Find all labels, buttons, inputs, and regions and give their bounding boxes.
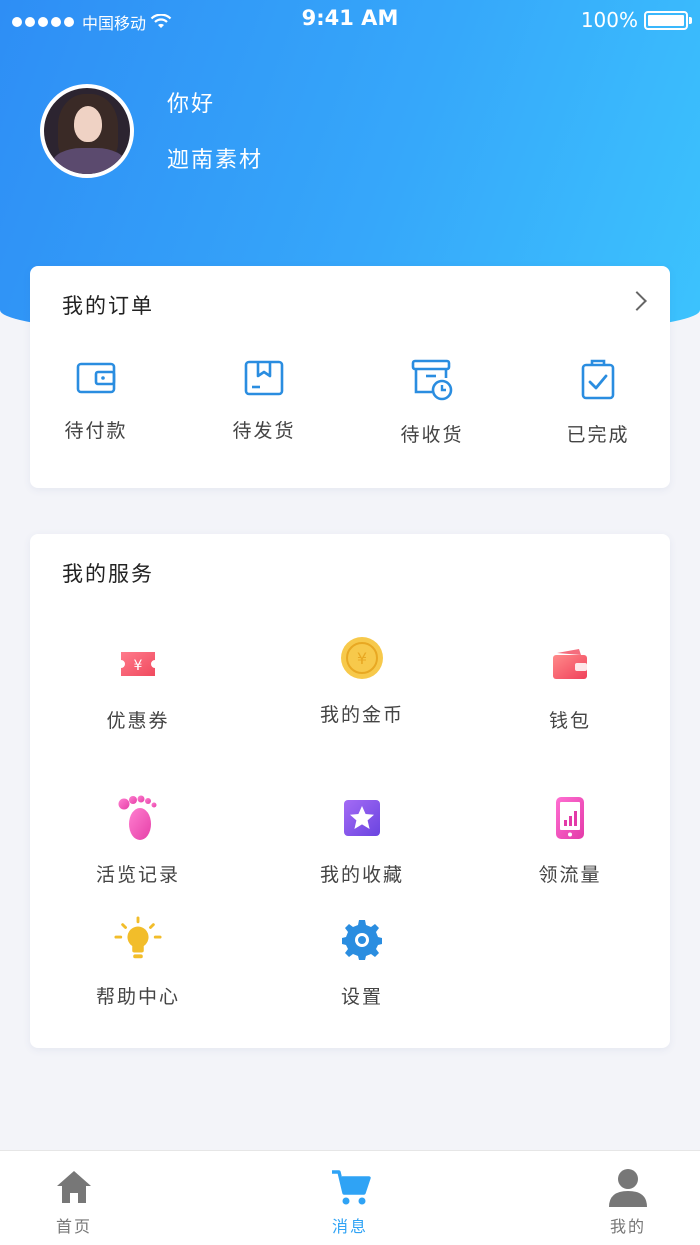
order-pending-payment[interactable]: 待付款 [36, 358, 156, 443]
tab-label: 消息 [331, 1217, 368, 1236]
service-label: 帮助中心 [95, 986, 180, 1008]
coin-icon: ¥ [341, 637, 383, 679]
avatar[interactable] [40, 84, 134, 178]
tab-home[interactable]: 首页 [24, 1167, 124, 1237]
svg-text:¥: ¥ [357, 649, 367, 668]
service-favorites[interactable]: 我的收藏 [282, 794, 442, 887]
service-coins[interactable]: ¥ 我的金币 [282, 637, 442, 727]
order-label: 待付款 [64, 420, 128, 442]
status-bar: 中国移动 9:41 AM 100% [0, 0, 700, 42]
service-label: 我的金币 [319, 704, 404, 726]
box-icon [244, 360, 284, 396]
lightbulb-icon [114, 916, 162, 959]
delivery-icon [411, 359, 453, 401]
service-coupon[interactable]: ¥ 优惠券 [58, 640, 218, 733]
home-icon [57, 1171, 91, 1203]
footprint-icon [118, 795, 157, 840]
greeting-text: 你好 [167, 92, 216, 117]
chevron-right-icon[interactable] [627, 291, 647, 311]
service-wallet[interactable]: 钱包 [490, 640, 650, 733]
orders-title: 我的订单 [62, 294, 154, 318]
user-icon [609, 1169, 647, 1207]
svg-text:¥: ¥ [134, 658, 143, 674]
order-label: 待收货 [400, 424, 464, 446]
order-pending-shipment[interactable]: 待发货 [204, 358, 324, 443]
tab-profile[interactable]: 我的 [578, 1167, 678, 1237]
order-label: 待发货 [232, 420, 296, 442]
cart-icon [332, 1170, 371, 1205]
star-icon [344, 800, 380, 836]
order-pending-receipt[interactable]: 待收货 [372, 358, 492, 447]
clipboard-check-icon [581, 359, 615, 400]
status-right: 100% [580, 8, 692, 32]
tab-messages[interactable]: 消息 [300, 1167, 400, 1237]
tab-label: 我的 [609, 1217, 646, 1236]
gear-icon [342, 920, 382, 960]
username: 迦南素材 [167, 148, 264, 173]
wallet-icon [76, 362, 116, 394]
service-history[interactable]: 活览记录 [58, 794, 218, 887]
service-label: 领流量 [538, 864, 602, 886]
service-label: 优惠券 [106, 710, 170, 732]
services-title: 我的服务 [62, 562, 154, 586]
battery-percent: 100% [580, 8, 638, 32]
service-label: 我的收藏 [319, 864, 404, 886]
coupon-icon: ¥ [121, 652, 155, 676]
services-card: 我的服务 ¥ 优惠券 ¥ 我的金币 钱包 活览记录 我的收藏 领流量 帮助中心 … [30, 534, 670, 1048]
service-label: 活览记录 [95, 864, 180, 886]
service-settings[interactable]: 设置 [282, 916, 442, 1009]
service-data[interactable]: 领流量 [490, 794, 650, 887]
orders-card: 我的订单 待付款 待发货 待收货 已完成 [30, 266, 670, 488]
wallet-icon [553, 649, 587, 679]
order-completed[interactable]: 已完成 [538, 358, 658, 447]
phone-data-icon [556, 797, 584, 839]
bottom-tab-bar: 首页 消息 我的 [0, 1150, 700, 1245]
order-label: 已完成 [566, 424, 630, 446]
tab-label: 首页 [55, 1217, 92, 1236]
service-label: 钱包 [548, 710, 591, 732]
battery-icon [644, 10, 692, 30]
service-label: 设置 [340, 986, 383, 1008]
service-help[interactable]: 帮助中心 [58, 916, 218, 1009]
